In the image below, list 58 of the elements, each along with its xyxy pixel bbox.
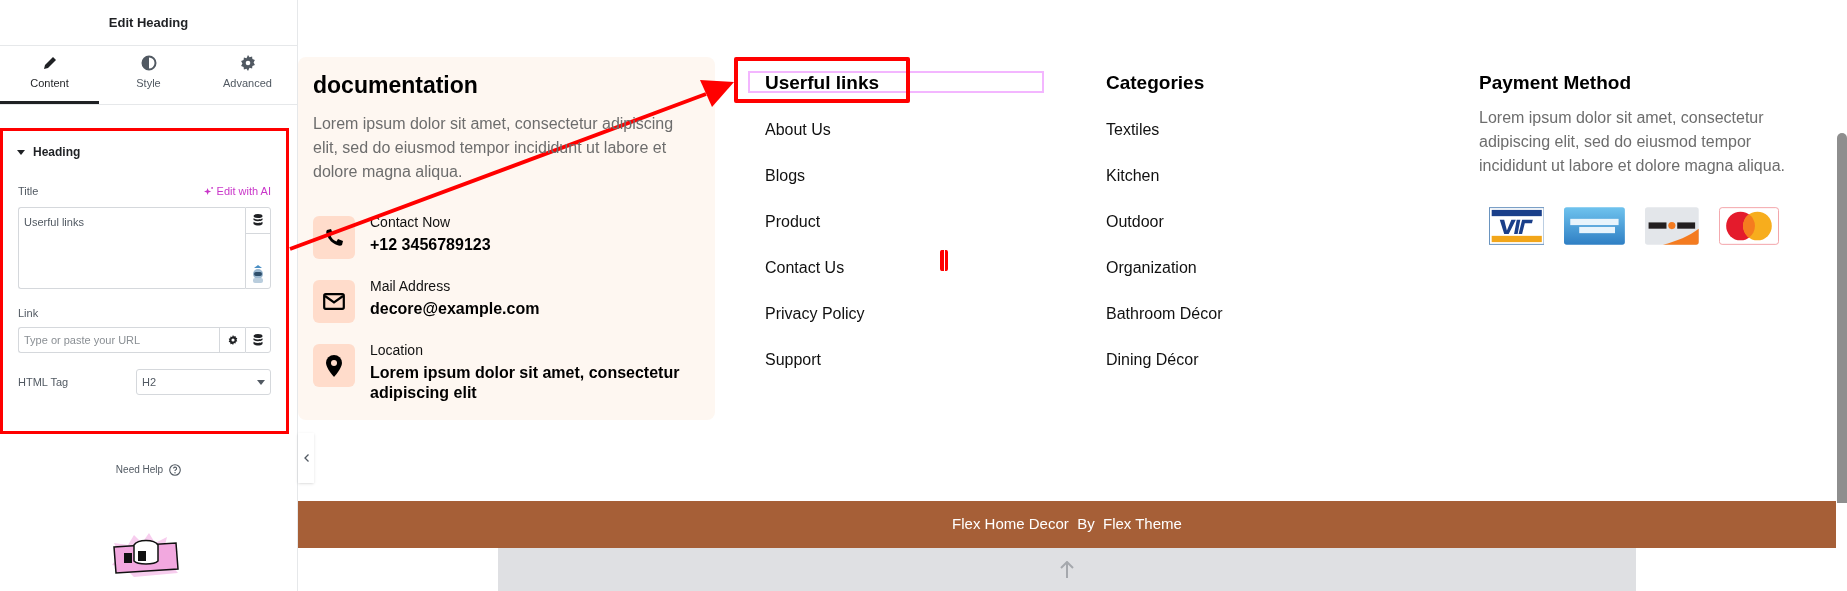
- scrollbar-thumb[interactable]: [1837, 133, 1847, 503]
- copyright-text: Flex Home Decor By Flex Theme: [952, 514, 1182, 535]
- pencil-icon: [41, 55, 58, 72]
- sparkle-icon: [203, 186, 213, 196]
- envelope-icon: [323, 293, 345, 310]
- panel-tab[interactable]: Advanced: [198, 46, 297, 104]
- need-help-link[interactable]: Need Help: [115, 462, 182, 477]
- discover-card-icon: [1645, 205, 1700, 247]
- column-heading: Payment Method: [1479, 71, 1633, 95]
- caret-down-icon: [17, 149, 25, 155]
- robot-icon[interactable]: [250, 263, 266, 284]
- settings-icon[interactable]: [227, 335, 238, 345]
- panel-title: Edit Heading: [0, 0, 297, 46]
- contact-value: +12 3456789123: [370, 235, 491, 255]
- database-icon[interactable]: [253, 334, 263, 346]
- arrow-up-icon: [1060, 560, 1074, 579]
- edit-with-ai-link[interactable]: Edit with AI: [203, 183, 271, 200]
- field-label: Link: [18, 305, 40, 321]
- title-field[interactable]: Userful links: [18, 206, 245, 289]
- mastercard-card-icon: [1719, 205, 1779, 247]
- footer-link[interactable]: Dining Décor: [1106, 348, 1406, 371]
- column-heading: Categories: [1106, 71, 1205, 95]
- section-header[interactable]: Heading: [17, 143, 81, 161]
- visa-card-icon: [1489, 205, 1545, 247]
- column-heading: Userful links: [765, 71, 880, 95]
- contact-value: decore@example.com: [370, 299, 540, 319]
- footer-link[interactable]: Product: [765, 210, 1065, 233]
- location-pin-icon: [326, 354, 342, 377]
- panel-tab[interactable]: Content: [0, 46, 99, 104]
- panel-tab[interactable]: Style: [99, 46, 198, 104]
- footer-link[interactable]: Privacy Policy: [765, 302, 1065, 325]
- chevron-left-icon: [303, 454, 309, 462]
- contact-label: Location: [370, 341, 424, 360]
- footer-link[interactable]: Blogs: [765, 164, 1065, 187]
- amex-card-icon: [1564, 205, 1626, 247]
- phone-icon: [324, 227, 344, 248]
- url-field[interactable]: Type or paste your URL: [18, 327, 219, 353]
- gear-icon: [239, 55, 256, 72]
- footer-link[interactable]: Contact Us: [765, 256, 1065, 279]
- footer-link[interactable]: Bathroom Décor: [1106, 302, 1406, 325]
- caret-down-icon: [257, 379, 265, 385]
- footer-link[interactable]: About Us: [765, 118, 1065, 141]
- contrast-icon: [140, 55, 157, 72]
- payment-paragraph: Lorem ipsum dolor sit amet, consectetur adipiscing elit, sed do eiusmod tempor incididunt ut labore et dolore magna aliqua.: [1479, 108, 1786, 176]
- database-icon[interactable]: [253, 214, 263, 226]
- footer-link[interactable]: Kitchen: [1106, 164, 1406, 187]
- contact-label: Mail Address: [370, 277, 452, 296]
- help-icon: [169, 463, 182, 476]
- footer-link[interactable]: Organization: [1106, 256, 1406, 279]
- contact-value: Lorem ipsum dolor sit amet, consectetur adipiscing elit: [370, 363, 681, 403]
- html-tag-select[interactable]: H2: [136, 369, 271, 395]
- footer-link[interactable]: Outdoor: [1106, 210, 1406, 233]
- cursor-marker: [940, 250, 948, 271]
- footer-link[interactable]: Support: [765, 348, 1065, 371]
- card-heading: documentation: [313, 71, 479, 100]
- footer-link[interactable]: Textiles: [1106, 118, 1406, 141]
- field-label: Title: [18, 184, 39, 199]
- field-label: HTML Tag: [18, 374, 69, 390]
